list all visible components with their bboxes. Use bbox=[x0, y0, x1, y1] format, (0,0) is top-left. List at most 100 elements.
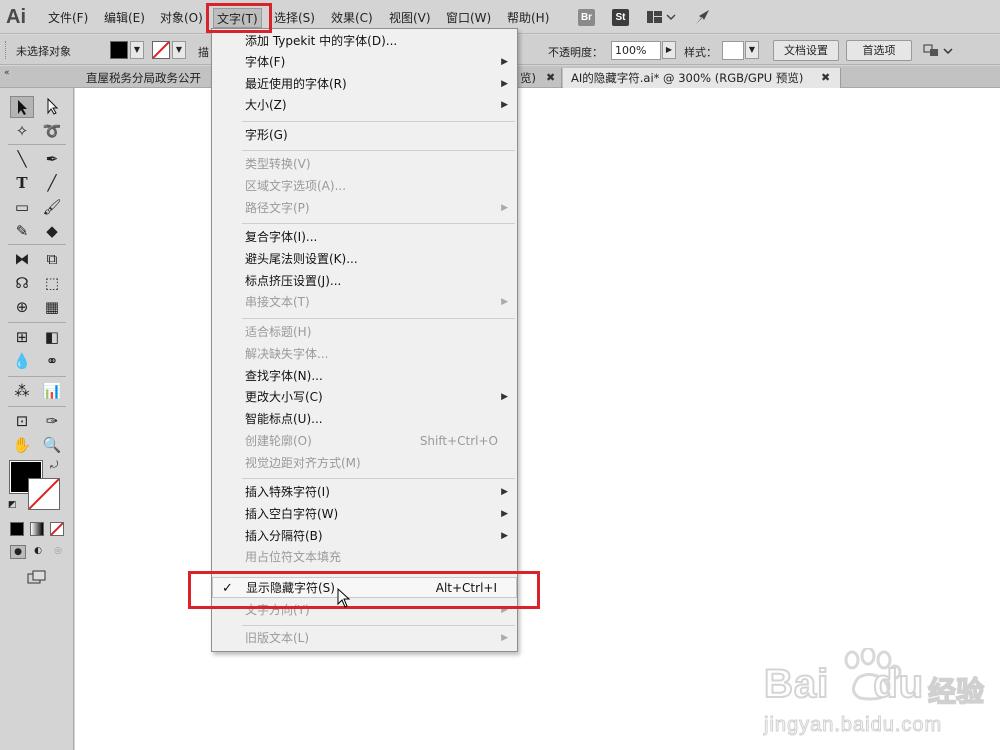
menu-object[interactable]: 对象(O) bbox=[157, 8, 206, 28]
menu-item-label: 复合字体(I)... bbox=[245, 230, 318, 244]
mesh-tool-icon[interactable]: ⊞ bbox=[10, 326, 34, 348]
artboard-tool-icon[interactable]: ⊡ bbox=[10, 410, 34, 432]
selection-tool-icon[interactable] bbox=[10, 96, 34, 118]
symbol-sprayer-tool-icon[interactable]: ⁂ bbox=[10, 380, 34, 402]
opacity-field[interactable]: 100% bbox=[611, 41, 661, 60]
draw-normal-icon[interactable]: ● bbox=[10, 545, 26, 559]
gradient-tool-icon[interactable]: ◧ bbox=[40, 326, 64, 348]
stock-icon[interactable]: St bbox=[612, 9, 629, 26]
menu-view[interactable]: 视图(V) bbox=[386, 8, 434, 28]
rectangle-tool-icon[interactable]: ▭ bbox=[10, 196, 34, 218]
close-icon[interactable]: ✖ bbox=[821, 68, 830, 88]
fill-dropdown[interactable]: ▼ bbox=[130, 41, 144, 59]
stroke-color-box[interactable] bbox=[28, 478, 60, 510]
type-tool-icon[interactable]: T bbox=[10, 172, 34, 194]
menu-item-kinsoku-settings[interactable]: 避头尾法则设置(K)... bbox=[212, 249, 517, 270]
tab-document-2[interactable]: 览) ✖ bbox=[518, 68, 562, 88]
slice-tool-icon[interactable]: ✑ bbox=[40, 410, 64, 432]
menu-item-label: 字体(F) bbox=[245, 55, 286, 69]
blend-tool-icon[interactable]: ⚭ bbox=[40, 350, 64, 372]
draw-behind-icon[interactable]: ◐ bbox=[30, 545, 46, 559]
submenu-arrow-icon: ▶ bbox=[501, 297, 508, 307]
menu-item-composite-fonts[interactable]: 复合字体(I)... bbox=[212, 227, 517, 248]
scale-tool-icon[interactable]: ⧉ bbox=[40, 248, 64, 270]
stroke-dropdown[interactable]: ▼ bbox=[172, 41, 186, 59]
swap-colors-icon[interactable]: ⤾ bbox=[50, 460, 58, 471]
shaper-tool-icon[interactable]: ✎ bbox=[10, 220, 34, 242]
line-tool-icon[interactable]: ╱ bbox=[40, 172, 64, 194]
none-mode-icon[interactable] bbox=[50, 522, 64, 536]
color-mode-icon[interactable] bbox=[10, 522, 24, 536]
gradient-mode-icon[interactable] bbox=[30, 522, 44, 536]
menu-item-shortcut: Shift+Ctrl+O bbox=[419, 434, 498, 448]
reflect-tool-icon[interactable]: ⧓ bbox=[10, 248, 34, 270]
bridge-icon[interactable]: Br bbox=[578, 9, 595, 26]
menu-item-optical-margin-alignment: 视觉边距对齐方式(M) bbox=[212, 453, 517, 474]
menu-select[interactable]: 选择(S) bbox=[271, 8, 318, 28]
lasso-tool-icon[interactable]: ➰ bbox=[40, 120, 64, 142]
submenu-arrow-icon: ▶ bbox=[501, 100, 508, 110]
menu-item-label: 创建轮廓(O) bbox=[245, 434, 312, 448]
menu-item-smart-punctuation[interactable]: 智能标点(U)... bbox=[212, 409, 517, 430]
menu-item-insert-special-character[interactable]: 插入特殊字符(I) ▶ bbox=[212, 482, 517, 503]
hand-tool-icon[interactable]: ✋ bbox=[10, 434, 34, 456]
selection-status: 未选择对象 bbox=[16, 45, 71, 58]
screen-mode-icon[interactable] bbox=[26, 570, 48, 586]
shape-builder-tool-icon[interactable]: ⊕ bbox=[10, 296, 34, 318]
menu-item-find-font[interactable]: 查找字体(N)... bbox=[212, 366, 517, 387]
menu-item-legacy-text: 旧版文本(L) ▶ bbox=[212, 628, 517, 649]
preferences-button[interactable]: 首选项 bbox=[846, 40, 912, 61]
submenu-arrow-icon: ▶ bbox=[501, 633, 508, 643]
menu-item-label: 添加 Typekit 中的字体(D)... bbox=[245, 34, 398, 48]
arrange-docs-icon[interactable] bbox=[922, 43, 954, 59]
tab-document-active[interactable]: AI的隐藏字符.ai* @ 300% (RGB/GPU 预览) ✖ bbox=[563, 68, 841, 88]
fill-swatch[interactable] bbox=[110, 41, 128, 59]
doc-settings-button[interactable]: 文档设置 bbox=[773, 40, 839, 61]
width-tool-icon[interactable]: ☊ bbox=[10, 272, 34, 294]
default-colors-icon[interactable]: ◩ bbox=[8, 500, 17, 510]
menu-edit[interactable]: 编辑(E) bbox=[101, 8, 148, 28]
menu-divider bbox=[242, 625, 515, 626]
tab-label: 览) bbox=[520, 71, 536, 85]
magic-wand-tool-icon[interactable]: ✧ bbox=[10, 120, 34, 142]
zoom-tool-icon[interactable]: 🔍 bbox=[40, 434, 64, 456]
workspace-layout-icon[interactable] bbox=[646, 10, 676, 25]
menu-item-fill-placeholder-text: 用占位符文本填充 bbox=[212, 547, 517, 568]
menu-item-label: 插入特殊字符(I) bbox=[245, 485, 330, 499]
menu-effect[interactable]: 效果(C) bbox=[328, 8, 376, 28]
opacity-dropdown-icon[interactable]: ▶ bbox=[662, 41, 676, 59]
menu-item-mojikumi-settings[interactable]: 标点挤压设置(J)... bbox=[212, 271, 517, 292]
toolbar-divider bbox=[8, 322, 66, 323]
style-swatch[interactable] bbox=[722, 41, 744, 60]
menu-item-recent-fonts[interactable]: 最近使用的字体(R) ▶ bbox=[212, 74, 517, 95]
perspective-grid-tool-icon[interactable]: ▦ bbox=[40, 296, 64, 318]
menu-item-change-case[interactable]: 更改大小写(C) ▶ bbox=[212, 387, 517, 408]
collapse-panel-icon[interactable]: « bbox=[4, 68, 10, 78]
tab-document-1[interactable]: 直屋税务分局政务公开 bbox=[78, 68, 218, 88]
rocket-icon[interactable] bbox=[694, 8, 712, 26]
stroke-swatch[interactable] bbox=[152, 41, 170, 59]
toolbar-divider bbox=[8, 376, 66, 377]
menu-item-font[interactable]: 字体(F) ▶ bbox=[212, 52, 517, 73]
menu-item-glyphs[interactable]: 字形(G) bbox=[212, 125, 517, 146]
menu-help[interactable]: 帮助(H) bbox=[504, 8, 552, 28]
eyedropper-tool-icon[interactable]: 💧 bbox=[10, 350, 34, 372]
pen-tool-icon[interactable]: ✒ bbox=[40, 148, 64, 170]
free-transform-tool-icon[interactable]: ⬚ bbox=[40, 272, 64, 294]
menu-item-insert-whitespace[interactable]: 插入空白字符(W) ▶ bbox=[212, 504, 517, 525]
menu-item-insert-break[interactable]: 插入分隔符(B) ▶ bbox=[212, 526, 517, 547]
menu-window[interactable]: 窗口(W) bbox=[443, 8, 494, 28]
paintbrush-tool-icon[interactable]: 🖌 bbox=[40, 196, 64, 218]
line-segment-tool-icon[interactable]: ╲ bbox=[10, 148, 34, 170]
menu-item-size[interactable]: 大小(Z) ▶ bbox=[212, 95, 517, 116]
column-graph-tool-icon[interactable]: 📊 bbox=[40, 380, 64, 402]
watermark-cn: 经验 bbox=[927, 674, 985, 709]
close-icon[interactable]: ✖ bbox=[546, 68, 555, 88]
eraser-tool-icon[interactable]: ◆ bbox=[40, 220, 64, 242]
direct-selection-tool-icon[interactable] bbox=[40, 96, 64, 118]
tab-label: AI的隐藏字符.ai* @ 300% (RGB/GPU 预览) bbox=[571, 71, 804, 85]
draw-inside-icon[interactable]: ◎ bbox=[50, 545, 66, 559]
style-dropdown[interactable]: ▼ bbox=[745, 41, 759, 59]
menu-item-add-typekit-fonts[interactable]: 添加 Typekit 中的字体(D)... bbox=[212, 31, 517, 52]
menu-file[interactable]: 文件(F) bbox=[45, 8, 91, 28]
